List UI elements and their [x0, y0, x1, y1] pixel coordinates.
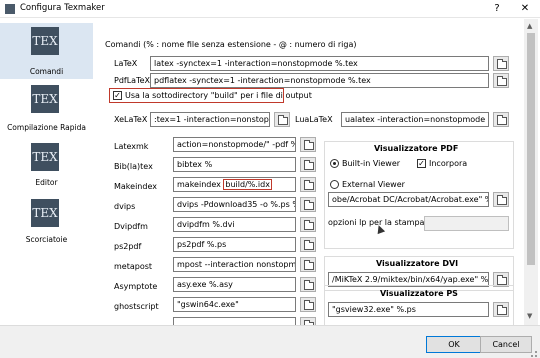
- latexmk-command-input[interactable]: action=nonstopmode/" -pdf %.tex: [173, 137, 296, 152]
- resize-grip-icon[interactable]: [531, 351, 537, 357]
- makeindex-command-input[interactable]: makeindex build/%.idx: [173, 177, 296, 192]
- ps2pdf-label: ps2pdf: [114, 242, 142, 251]
- print-options-input[interactable]: [424, 216, 509, 231]
- bibtex-command-input[interactable]: bibtex %: [173, 157, 296, 172]
- asymptote-folder-icon[interactable]: [300, 277, 316, 292]
- ghostscript-command-input[interactable]: "gswin64c.exe": [173, 297, 296, 312]
- scrollbar-thumb[interactable]: [527, 33, 535, 265]
- builtin-viewer-label[interactable]: Built-in Viewer: [342, 159, 400, 168]
- scroll-down-arrow-icon[interactable]: ▼: [527, 312, 532, 320]
- commands-panel: Comandi (% : nome file senza estensione …: [95, 19, 531, 325]
- sidebar-item-compilazione-rapida[interactable]: TEX Compilazione Rapida: [0, 81, 93, 139]
- asymptote-label: Asymptote: [114, 282, 158, 291]
- build-subdirectory-label[interactable]: Usa la sottodirectory "build" per i file…: [125, 91, 312, 100]
- help-button[interactable]: ?: [486, 0, 508, 18]
- makeindex-label: Makeindex: [114, 182, 157, 191]
- app-icon: [5, 4, 15, 14]
- external-viewer-folder-icon[interactable]: [493, 192, 509, 207]
- pdflatex-command-input[interactable]: pdflatex -synctex=1 -interaction=nonstop…: [150, 73, 489, 88]
- dvipdfm-command-input[interactable]: dvipdfm %.dvi: [173, 217, 296, 232]
- sidebar-item-label: Comandi: [29, 67, 64, 76]
- title-bar: Configura Texmaker ? ✕: [0, 0, 540, 18]
- xelatex-label: XeLaTeX: [114, 115, 148, 124]
- asymptote-command-input[interactable]: asy.exe %.asy: [173, 277, 296, 292]
- makeindex-folder-icon[interactable]: [300, 177, 316, 192]
- lualatex-label: LuaLaTeX: [295, 115, 333, 124]
- dialog-footer: OK Cancel: [0, 325, 540, 358]
- sidebar-item-comandi[interactable]: TEX Comandi: [0, 23, 93, 79]
- vertical-scrollbar[interactable]: ▲ ▼: [524, 19, 538, 325]
- extra-folder-icon[interactable]: [300, 317, 316, 325]
- commands-heading: Comandi (% : nome file senza estensione …: [105, 40, 357, 49]
- ghostscript-folder-icon[interactable]: [300, 297, 316, 312]
- ps-viewer-title: Visualizzatore PS: [380, 289, 458, 298]
- sidebar-item-label: Compilazione Rapida: [7, 123, 86, 132]
- pdf-viewer-title: Visualizzatore PDF: [374, 144, 459, 153]
- cancel-button[interactable]: Cancel: [480, 336, 532, 353]
- ps-viewer-folder-icon[interactable]: [493, 302, 509, 317]
- makeindex-build-path: build/%.idx: [223, 179, 272, 190]
- external-viewer-input[interactable]: obe/Acrobat DC/Acrobat/Acrobat.exe" %.pd…: [328, 192, 489, 207]
- builtin-viewer-radio[interactable]: [330, 159, 339, 168]
- extra-command-input[interactable]: [173, 317, 296, 325]
- latexmk-label: Latexmk: [114, 142, 149, 151]
- embed-checkbox[interactable]: ✓: [417, 159, 426, 168]
- makeindex-command-text: makeindex: [177, 180, 221, 189]
- close-button[interactable]: ✕: [514, 0, 536, 18]
- metapost-label: metapost: [114, 262, 153, 271]
- dvipdfm-label: Dvipdfm: [114, 222, 148, 231]
- latex-label: LaTeX: [114, 59, 138, 68]
- dvips-label: dvips: [114, 202, 136, 211]
- metapost-command-input[interactable]: mpost --interaction nonstopmode: [173, 257, 296, 272]
- dvipdfm-folder-icon[interactable]: [300, 217, 316, 232]
- embed-label[interactable]: Incorpora: [429, 159, 467, 168]
- dvi-viewer-title: Visualizzatore DVI: [376, 259, 459, 268]
- lualatex-command-input[interactable]: ualatex -interaction=nonstopmode %.tex: [341, 112, 489, 127]
- external-viewer-radio[interactable]: [330, 180, 339, 189]
- ok-button[interactable]: OK: [426, 336, 482, 353]
- tex-commands-icon: TEX: [31, 27, 59, 55]
- external-viewer-label[interactable]: External Viewer: [342, 180, 405, 189]
- pdflatex-label: PdfLaTeX: [114, 76, 151, 85]
- bibtex-folder-icon[interactable]: [300, 157, 316, 172]
- window-title: Configura Texmaker: [20, 3, 105, 13]
- sidebar: TEX Comandi TEX Compilazione Rapida TEX …: [0, 19, 93, 325]
- latexmk-folder-icon[interactable]: [300, 137, 316, 152]
- sidebar-item-label: Editor: [35, 178, 58, 187]
- ps2pdf-command-input[interactable]: ps2pdf %.ps: [173, 237, 296, 252]
- ghostscript-label: ghostscript: [114, 302, 159, 311]
- pdflatex-folder-icon[interactable]: [493, 73, 509, 88]
- dvips-folder-icon[interactable]: [300, 197, 316, 212]
- scroll-up-arrow-icon[interactable]: ▲: [527, 22, 532, 30]
- ps2pdf-folder-icon[interactable]: [300, 237, 316, 252]
- tex-editor-icon: TEX: [31, 143, 59, 171]
- sidebar-item-scorciatoie[interactable]: TEX Scorciatoie: [0, 195, 93, 253]
- ps-viewer-input[interactable]: "gsview32.exe" %.ps: [328, 302, 489, 317]
- metapost-folder-icon[interactable]: [300, 257, 316, 272]
- sidebar-item-editor[interactable]: TEX Editor: [0, 139, 93, 195]
- tex-shortcuts-icon: TEX: [31, 199, 59, 227]
- lualatex-folder-icon[interactable]: [493, 112, 509, 127]
- tex-quick-build-icon: TEX: [31, 85, 59, 113]
- latex-command-input[interactable]: latex -synctex=1 -interaction=nonstopmod…: [150, 56, 489, 71]
- sidebar-item-label: Scorciatoie: [25, 235, 68, 244]
- dvips-command-input[interactable]: dvips -Pdownload35 -o %.ps %.dvi: [173, 197, 296, 212]
- xelatex-folder-icon[interactable]: [274, 112, 290, 127]
- build-subdirectory-checkbox[interactable]: ✓: [113, 91, 122, 100]
- xelatex-command-input[interactable]: :tex=1 -interaction=nonstopmode %.tex: [150, 112, 270, 127]
- bibtex-label: Bib(la)tex: [114, 162, 153, 171]
- latex-folder-icon[interactable]: [493, 56, 509, 71]
